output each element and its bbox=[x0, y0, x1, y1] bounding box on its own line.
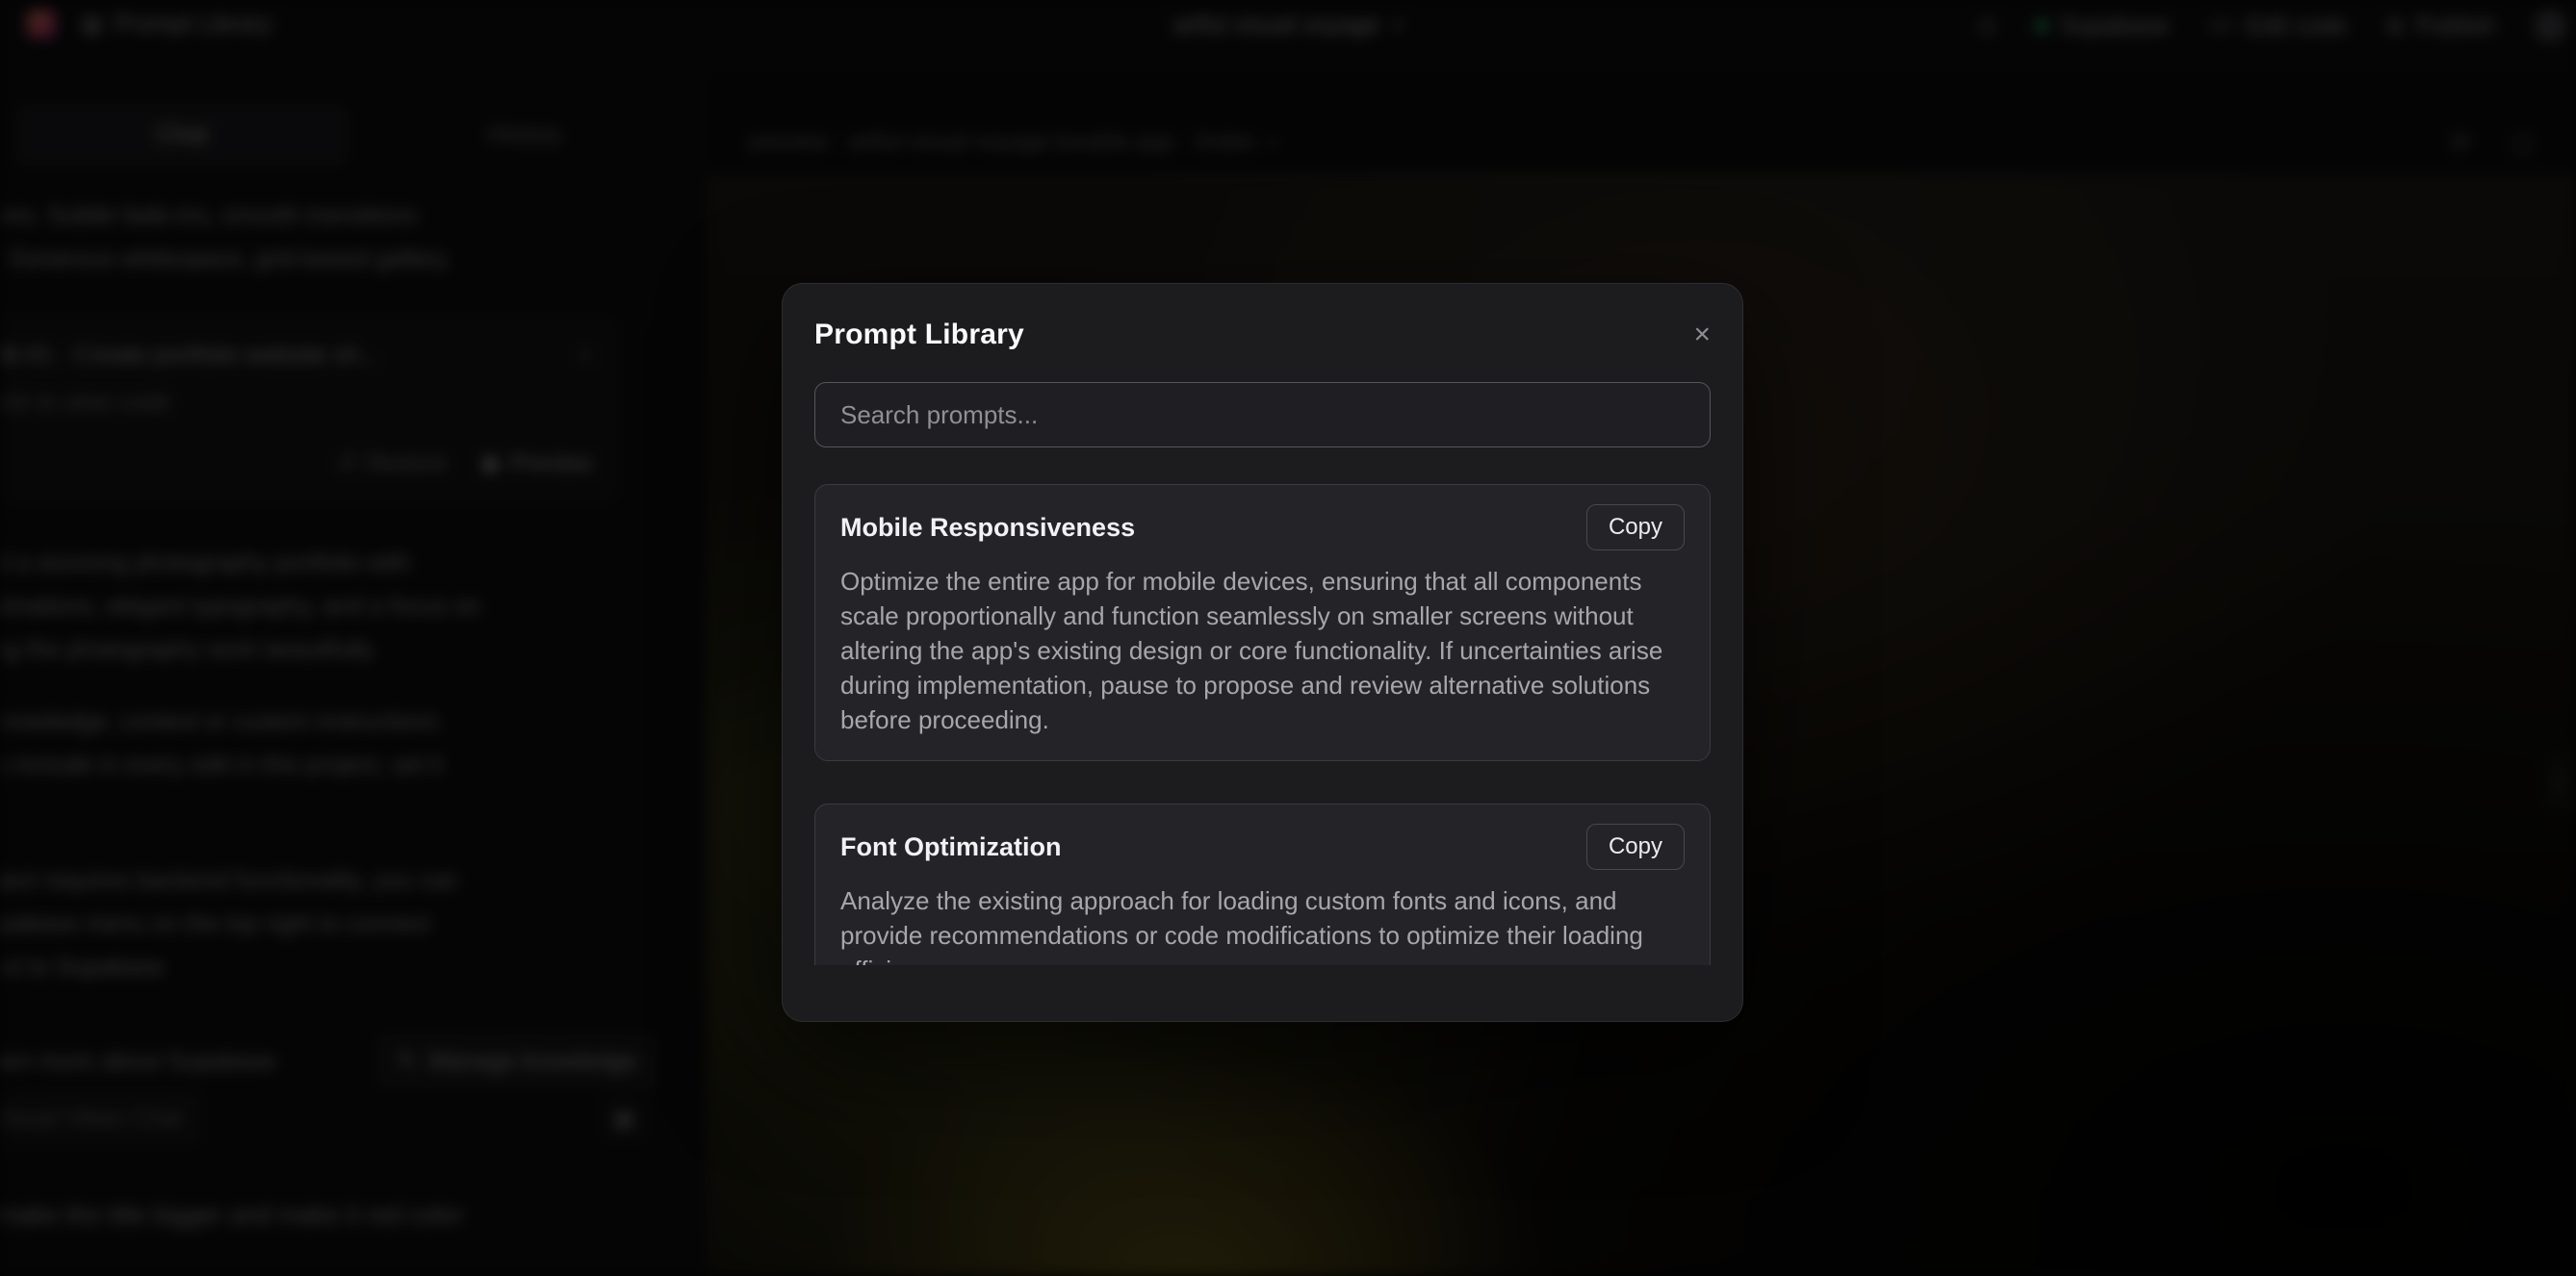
modal-title: Prompt Library bbox=[814, 319, 1024, 351]
copy-button[interactable]: Copy bbox=[1586, 824, 1685, 870]
copy-button[interactable]: Copy bbox=[1586, 504, 1685, 550]
prompt-card: Font Optimization Copy Analyze the exist… bbox=[814, 804, 1711, 965]
search-input[interactable] bbox=[814, 382, 1711, 447]
prompt-body: Optimize the entire app for mobile devic… bbox=[840, 564, 1685, 737]
close-icon[interactable]: × bbox=[1693, 320, 1711, 349]
prompt-library-modal: Prompt Library × Mobile Responsiveness C… bbox=[782, 283, 1743, 1022]
prompt-list: Mobile Responsiveness Copy Optimize the … bbox=[814, 484, 1711, 965]
prompt-body: Analyze the existing approach for loadin… bbox=[840, 883, 1685, 965]
prompt-title: Font Optimization bbox=[840, 832, 1061, 862]
screen: ▦ Prompt Library artful visual voyage ▾ … bbox=[0, 0, 2576, 1276]
prompt-card: Mobile Responsiveness Copy Optimize the … bbox=[814, 484, 1711, 761]
prompt-title: Mobile Responsiveness bbox=[840, 513, 1135, 543]
